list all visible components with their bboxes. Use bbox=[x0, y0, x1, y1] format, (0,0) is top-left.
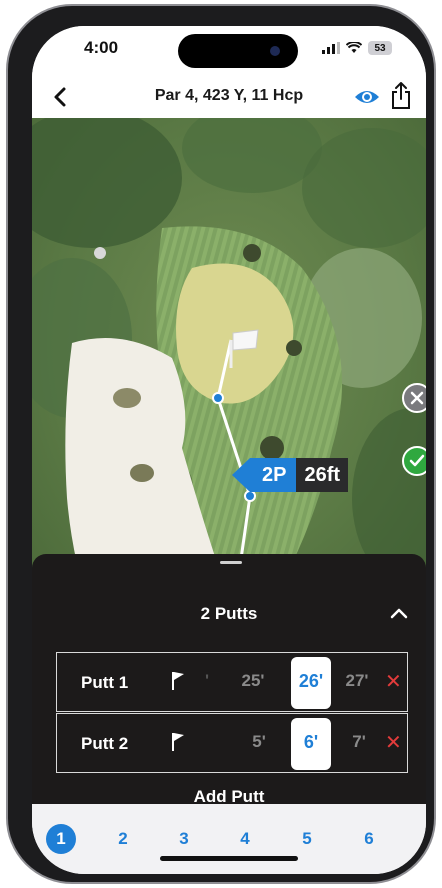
remove-putt-button[interactable]: ✕ bbox=[385, 669, 402, 694]
chevron-up-icon bbox=[390, 608, 408, 619]
hole-tab[interactable]: 2 bbox=[108, 824, 138, 854]
putt-row-2: Putt 2 5' 6' 7' ✕ bbox=[56, 713, 408, 773]
status-bar: 4:00 53 bbox=[32, 26, 426, 76]
distance-option[interactable]: 7' bbox=[339, 732, 379, 752]
screen: 4:00 53 Par 4, 423 Y, 11 Hcp 2P 26ft 2 P… bbox=[32, 26, 426, 874]
hole-map[interactable]: 2P 26ft Pw 26 bbox=[32, 118, 426, 618]
putt-row-1: Putt 1 ' 25' 26' 27' ✕ bbox=[56, 652, 408, 712]
view-toggle-button[interactable] bbox=[354, 86, 380, 113]
wifi-icon bbox=[346, 42, 362, 53]
camera-dot bbox=[270, 46, 280, 56]
close-icon bbox=[410, 391, 424, 405]
distance-option-selected[interactable]: 26' bbox=[291, 657, 331, 709]
checkmark-icon bbox=[409, 454, 425, 467]
discard-button[interactable] bbox=[402, 383, 426, 413]
collapse-button[interactable] bbox=[390, 606, 408, 624]
hole-tab[interactable]: 6 bbox=[354, 824, 384, 854]
hole-tab[interactable]: 1 bbox=[46, 824, 76, 854]
putt-label: Putt 2 bbox=[81, 734, 129, 753]
distance-option[interactable]: 5' bbox=[239, 732, 279, 752]
panel-title: 2 Putts bbox=[200, 604, 258, 623]
distance-option[interactable]: 27' bbox=[337, 671, 377, 691]
putt-distance-label: 26ft bbox=[296, 458, 349, 492]
distance-option[interactable]: 25' bbox=[233, 671, 273, 691]
putt-count-label: 2P bbox=[232, 458, 297, 492]
hole-tab[interactable]: 5 bbox=[292, 824, 322, 854]
confirm-button[interactable] bbox=[402, 446, 426, 476]
flag-icon bbox=[172, 733, 184, 751]
aerial-view bbox=[32, 118, 426, 618]
dynamic-island bbox=[178, 34, 298, 68]
home-indicator[interactable] bbox=[160, 856, 298, 861]
distance-option-selected[interactable]: 6' bbox=[291, 718, 331, 770]
flag-icon bbox=[172, 672, 184, 690]
distance-option-faint[interactable]: ' bbox=[187, 671, 227, 691]
hole-tab[interactable]: 7 bbox=[414, 824, 426, 854]
phone-frame: 4:00 53 Par 4, 423 Y, 11 Hcp 2P 26ft 2 P… bbox=[6, 4, 436, 884]
nav-bar: Par 4, 423 Y, 11 Hcp bbox=[32, 76, 426, 118]
putt-label: Putt 1 bbox=[81, 673, 129, 692]
eye-icon bbox=[355, 91, 379, 103]
signal-icon bbox=[322, 42, 340, 54]
putt-summary-badge[interactable]: 2P 26ft bbox=[232, 458, 349, 492]
remove-putt-button[interactable]: ✕ bbox=[385, 730, 402, 755]
drag-handle[interactable] bbox=[220, 561, 242, 564]
status-icons: 53 bbox=[322, 40, 392, 56]
hole-tab[interactable]: 4 bbox=[230, 824, 260, 854]
battery-icon: 53 bbox=[368, 41, 392, 55]
hole-tab[interactable]: 3 bbox=[169, 824, 199, 854]
share-icon bbox=[392, 82, 410, 109]
status-time: 4:00 bbox=[84, 38, 119, 57]
share-button[interactable] bbox=[390, 81, 412, 116]
putts-panel: 2 Putts Putt 1 ' 25' 26' 27' ✕ Putt 2 5'… bbox=[32, 554, 426, 806]
hole-selector: 1 2 3 4 5 6 7 bbox=[32, 804, 426, 874]
